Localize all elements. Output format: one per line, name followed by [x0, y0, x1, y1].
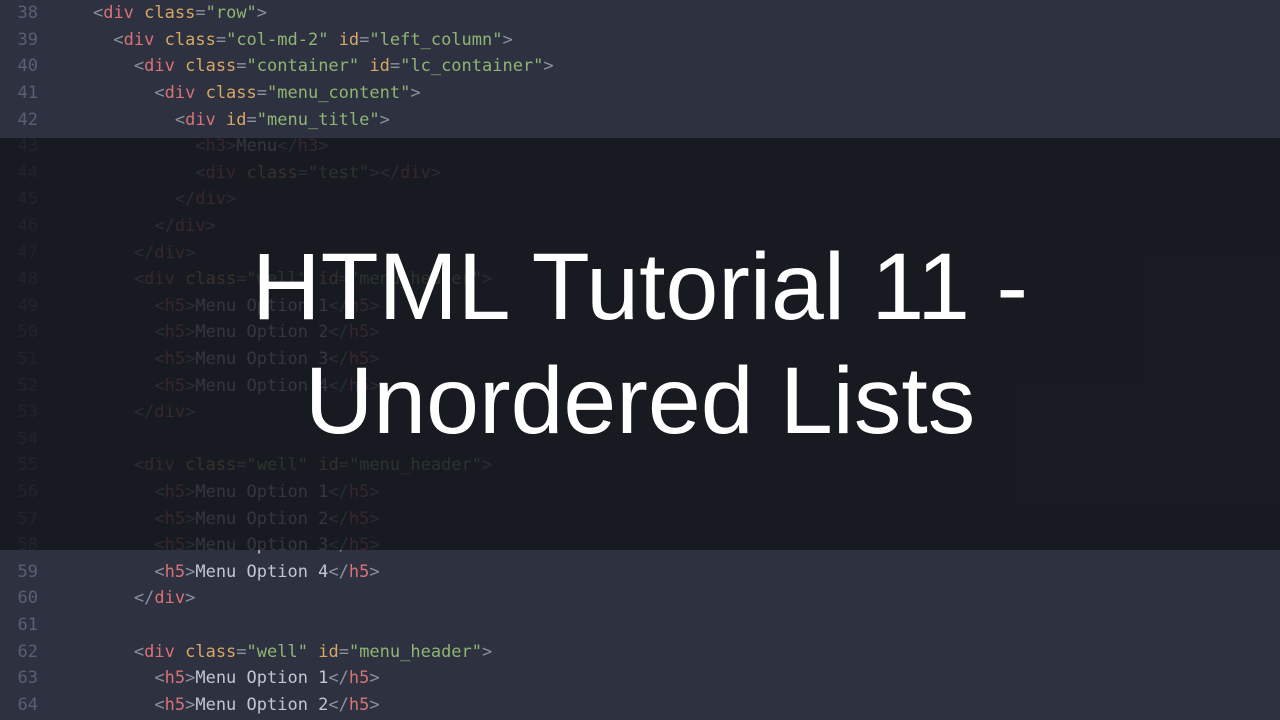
line-content[interactable]: <div class="well" id="menu_header"> [52, 642, 1280, 662]
code-line[interactable]: 39 <div class="col-md-2" id="left_column… [0, 27, 1280, 54]
line-content[interactable]: <div class="row"> [52, 3, 1280, 23]
code-line[interactable]: 63 <h5>Menu Option 1</h5> [0, 665, 1280, 692]
title-line-2: Unordered Lists [305, 344, 976, 458]
line-number: 59 [0, 562, 52, 582]
code-line[interactable]: 64 <h5>Menu Option 2</h5> [0, 691, 1280, 718]
line-content[interactable]: <div class="menu_content"> [52, 83, 1280, 103]
line-number: 38 [0, 3, 52, 23]
code-line[interactable]: 41 <div class="menu_content"> [0, 80, 1280, 107]
line-number: 41 [0, 83, 52, 103]
code-line[interactable]: 61 [0, 612, 1280, 639]
line-number: 42 [0, 110, 52, 130]
code-line[interactable]: 40 <div class="container" id="lc_contain… [0, 53, 1280, 80]
line-content[interactable]: <h5>Menu Option 2</h5> [52, 695, 1280, 715]
line-number: 62 [0, 642, 52, 662]
code-line[interactable]: 38 <div class="row"> [0, 0, 1280, 27]
code-line[interactable]: 59 <h5>Menu Option 4</h5> [0, 558, 1280, 585]
line-content[interactable]: <h5>Menu Option 4</h5> [52, 562, 1280, 582]
code-line[interactable]: 42 <div id="menu_title"> [0, 106, 1280, 133]
line-number: 64 [0, 695, 52, 715]
line-content[interactable]: <div class="col-md-2" id="left_column"> [52, 30, 1280, 50]
line-content[interactable]: </div> [52, 588, 1280, 608]
video-title-overlay: HTML Tutorial 11 - Unordered Lists [0, 138, 1280, 550]
line-content[interactable]: <div id="menu_title"> [52, 110, 1280, 130]
line-number: 40 [0, 56, 52, 76]
line-number: 63 [0, 668, 52, 688]
line-number: 60 [0, 588, 52, 608]
line-number: 61 [0, 615, 52, 635]
title-line-1: HTML Tutorial 11 - [252, 230, 1028, 344]
code-line[interactable]: 60 </div> [0, 585, 1280, 612]
code-line[interactable]: 62 <div class="well" id="menu_header"> [0, 638, 1280, 665]
line-number: 39 [0, 30, 52, 50]
line-content[interactable]: <h5>Menu Option 1</h5> [52, 668, 1280, 688]
line-content[interactable]: <div class="container" id="lc_container"… [52, 56, 1280, 76]
